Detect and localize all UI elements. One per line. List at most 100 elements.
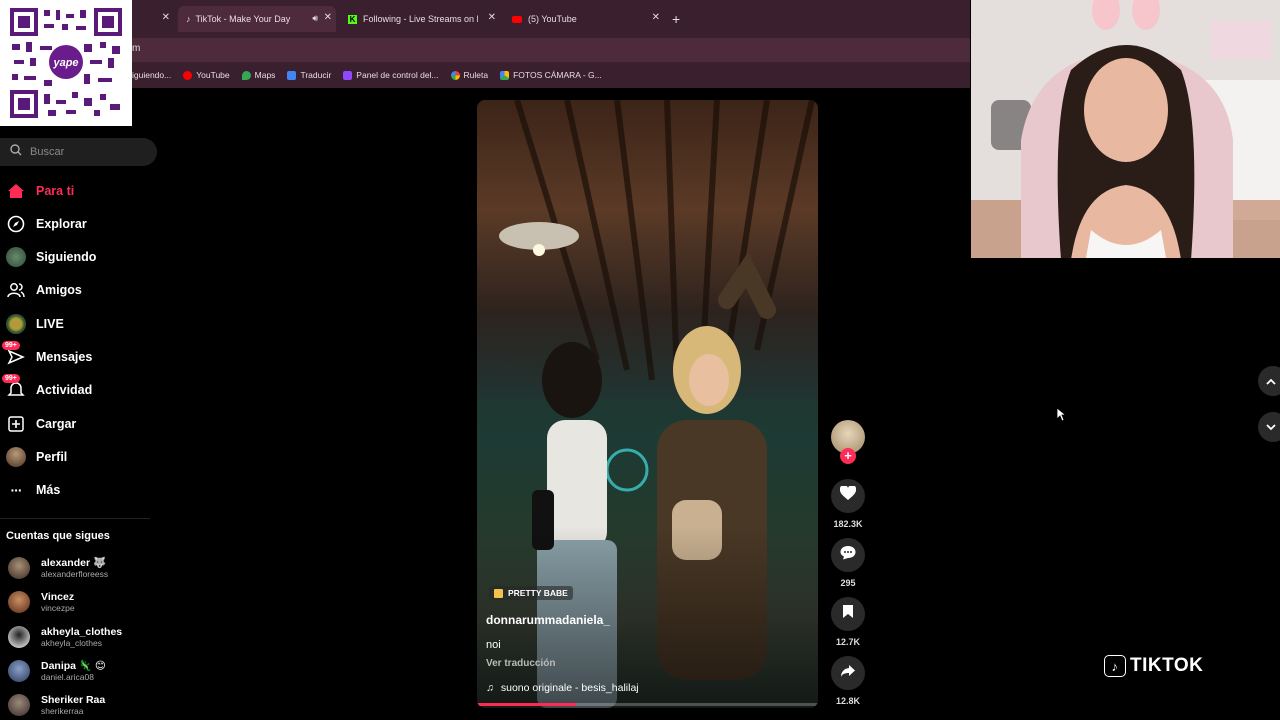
maps-icon [241,70,251,80]
youtube-icon [512,15,522,23]
browser-tab-youtube[interactable]: (5) YouTube ✕ [506,6,664,32]
close-icon[interactable]: ✕ [652,12,660,23]
share-button[interactable] [831,656,865,690]
twitch-icon [343,70,353,80]
sidebar-item-para-ti[interactable]: Para ti [6,181,74,201]
live-icon [6,314,26,334]
followed-account[interactable]: Vincez vincezpe [8,591,75,613]
account-name: Sheriker Raa [41,694,106,706]
webcam-feed [971,0,1280,258]
account-name: akheyla_clothes [41,626,123,638]
sidebar-item-siguiendo[interactable]: Siguiendo [6,247,96,267]
bookmark-fotos[interactable]: FOTOS CÁMARA - G... [500,70,602,80]
close-icon[interactable]: ✕ [162,12,170,23]
sidebar-item-label: Perfil [36,450,68,464]
sidebar-item-label: Mensajes [36,350,93,364]
yape-logo-text: yape [52,57,78,69]
followed-account[interactable]: Danipa 🦎 😊 daniel.arica08 [8,660,106,682]
sidebar-item-actividad[interactable]: 99+ Actividad [2,374,93,400]
address-bar[interactable]: m [0,38,970,62]
sidebar-item-cargar[interactable]: Cargar [6,414,76,434]
search-input[interactable]: Buscar [0,138,157,166]
drive-icon [500,70,510,80]
sidebar-item-label: Amigos [36,283,82,297]
avatar [8,660,30,682]
account-handle: vincezpe [41,603,75,613]
sidebar-divider [0,518,150,519]
account-name: Danipa 🦎 😊 [41,660,106,672]
sidebar-item-label: Actividad [36,383,93,397]
bookmark-youtube[interactable]: YouTube [183,70,230,80]
profile-avatar-icon [6,447,26,467]
account-handle: sherikerraa [41,706,84,716]
video-username[interactable]: donnarummadaniela_ [486,613,610,627]
music-note-icon: ♫ [486,682,494,694]
browser-tab-kick[interactable]: K Following - Live Streams on Kick ✕ [342,6,500,32]
video-sound[interactable]: ♫ suono originale - besis_halilaj [486,682,639,694]
close-icon[interactable]: ✕ [324,12,332,23]
followed-account[interactable]: alexander 🐺 alexanderfloreess [8,557,108,579]
like-count: 182.3K [833,519,863,529]
video-caption: noi [486,639,501,651]
bookmark-label: Traducir [300,70,332,80]
chevron-down-icon [1266,420,1276,434]
bookmark-label: Maps [254,70,276,80]
sidebar-item-amigos[interactable]: Amigos [6,280,82,300]
video-tag[interactable]: PRETTY BABE [489,586,573,600]
bookmark-siguiendo[interactable]: iguiendo... [132,70,171,80]
bookmark-panel[interactable]: Panel de control del... [343,70,439,80]
bookmark-traducir[interactable]: Traducir [287,70,331,80]
video-progress-fill [477,703,576,706]
scroll-down-button[interactable] [1258,412,1280,442]
watermark-text: TIKTOK [1130,655,1204,676]
scroll-up-button[interactable] [1258,366,1280,396]
video-player[interactable]: PRETTY BABE donnarummadaniela_ noi Ver t… [477,100,818,708]
bookmark-label: iguiendo... [132,70,172,80]
sidebar-item-label: Explorar [36,217,87,231]
compass-icon [6,214,26,234]
sidebar-item-label: Para ti [36,184,75,198]
follow-plus-icon[interactable]: + [840,448,856,464]
heart-icon [839,484,857,506]
mouse-cursor-icon [1056,407,1067,427]
followed-account[interactable]: akheyla_clothes akheyla_clothes [8,626,122,648]
bookmark-maps[interactable]: Maps [241,70,276,80]
avatar [8,626,30,648]
sidebar-item-label: LIVE [36,317,64,331]
followed-account[interactable]: Sheriker Raa sherikerraa [8,694,105,716]
bookmark-icon [842,604,854,624]
comment-button[interactable] [831,538,865,572]
new-tab-button[interactable]: + [672,6,688,32]
following-accounts-title: Cuentas que sigues [6,530,110,542]
sidebar-item-label: Siguiendo [36,250,97,264]
tiktok-logo-icon: ♪ [1104,655,1126,677]
home-icon [6,181,26,201]
avatar [8,591,30,613]
webcam-overlay [971,0,1280,258]
sidebar-item-mas[interactable]: ··· Más [6,480,61,500]
sidebar-item-live[interactable]: LIVE [6,314,64,334]
activity-badge: 99+ [2,374,20,383]
bookmarks-bar: iguiendo... YouTube Maps Traducir Panel … [0,62,970,88]
sidebar-item-label: Más [36,483,61,497]
speaker-icon[interactable]: 🔊︎ [312,13,318,24]
more-icon: ··· [10,482,23,498]
account-name: Vincez [41,591,75,603]
browser-tab-0[interactable]: ✕ [132,6,174,32]
youtube-icon [183,70,193,80]
browser-tab-bar: ✕ ♪ TikTok - Make Your Day 🔊︎ ✕ K Follow… [0,0,970,38]
account-handle: daniel.arica08 [41,672,94,682]
sidebar-item-mensajes[interactable]: 99+ Mensajes [2,341,93,367]
sidebar-item-explorar[interactable]: Explorar [6,214,87,234]
close-icon[interactable]: ✕ [488,12,496,23]
sidebar-item-perfil[interactable]: Perfil [6,447,67,467]
translate-link[interactable]: Ver traducción [486,658,555,669]
save-button[interactable] [831,597,865,631]
save-count: 12.7K [835,637,861,647]
tiktok-watermark: ♪ TIKTOK [1104,655,1203,677]
bookmark-label: Ruleta [463,70,489,80]
browser-tab-tiktok[interactable]: ♪ TikTok - Make Your Day 🔊︎ ✕ [178,6,336,32]
like-button[interactable] [831,479,865,513]
bookmark-ruleta[interactable]: Ruleta [450,70,489,80]
search-placeholder: Buscar [30,146,65,158]
